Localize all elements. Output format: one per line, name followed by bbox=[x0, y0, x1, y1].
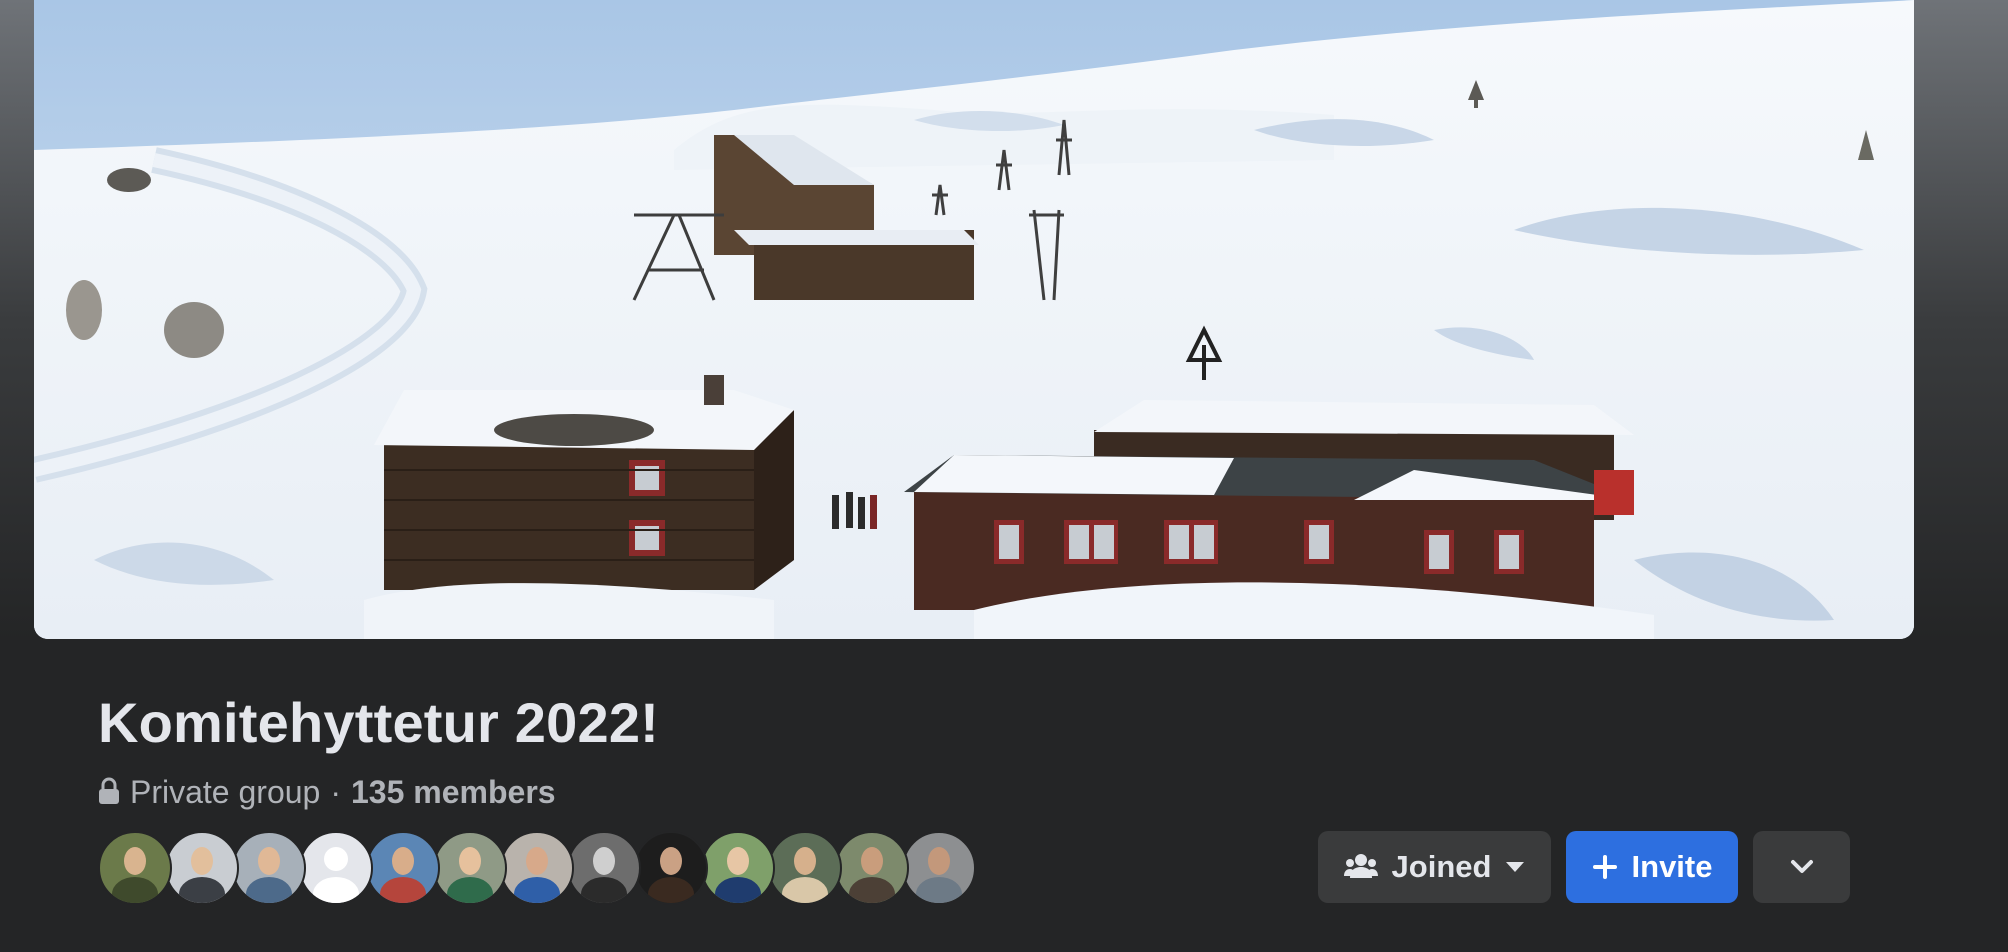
avatar-face bbox=[593, 847, 615, 875]
avatar-face bbox=[727, 847, 749, 875]
group-page: Komitehyttetur 2022! Private group · 135… bbox=[0, 0, 2008, 952]
more-options-button[interactable] bbox=[1753, 831, 1850, 903]
member-avatar[interactable] bbox=[433, 831, 507, 905]
avatar-face bbox=[928, 847, 950, 875]
member-avatar[interactable] bbox=[232, 831, 306, 905]
joined-button[interactable]: Joined bbox=[1318, 831, 1551, 903]
member-avatar[interactable] bbox=[835, 831, 909, 905]
avatar-body bbox=[849, 877, 895, 903]
avatar-face bbox=[191, 847, 213, 875]
avatar-body bbox=[447, 877, 493, 903]
avatar-body bbox=[514, 877, 560, 903]
avatar-body bbox=[112, 877, 158, 903]
member-avatar[interactable] bbox=[567, 831, 641, 905]
member-avatar[interactable] bbox=[98, 831, 172, 905]
avatar-body bbox=[179, 877, 225, 903]
member-avatar[interactable] bbox=[768, 831, 842, 905]
member-avatars bbox=[98, 831, 976, 905]
avatar-face bbox=[324, 847, 348, 871]
group-title[interactable]: Komitehyttetur 2022! bbox=[98, 688, 659, 758]
invite-button[interactable]: Invite bbox=[1566, 831, 1738, 903]
member-avatar[interactable] bbox=[165, 831, 239, 905]
member-avatar[interactable] bbox=[634, 831, 708, 905]
avatar-body bbox=[648, 877, 694, 903]
avatar-face bbox=[861, 847, 883, 875]
member-avatar[interactable] bbox=[366, 831, 440, 905]
lock-icon bbox=[99, 777, 119, 804]
meta-separator: · bbox=[330, 773, 341, 810]
chevron-down-icon bbox=[1790, 860, 1813, 873]
avatar-face bbox=[459, 847, 481, 875]
avatar-body bbox=[581, 877, 627, 903]
group-meta: Private group · 135 members bbox=[98, 770, 556, 814]
caret-down-icon bbox=[1506, 862, 1525, 872]
avatar-body bbox=[782, 877, 828, 903]
avatar-body bbox=[246, 877, 292, 903]
member-avatar[interactable] bbox=[299, 831, 373, 905]
member-avatar[interactable] bbox=[902, 831, 976, 905]
joined-label: Joined bbox=[1391, 849, 1492, 884]
avatar-face bbox=[392, 847, 414, 875]
member-count[interactable]: 135 members bbox=[351, 774, 556, 811]
avatar-body bbox=[313, 877, 359, 903]
cover-photo-image bbox=[34, 0, 1914, 639]
plus-icon bbox=[1592, 855, 1617, 879]
avatar-face bbox=[794, 847, 816, 875]
avatar-face bbox=[258, 847, 280, 875]
member-avatar[interactable] bbox=[701, 831, 775, 905]
avatar-face bbox=[526, 847, 548, 875]
avatar-body bbox=[715, 877, 761, 903]
invite-label: Invite bbox=[1631, 849, 1713, 884]
avatar-body bbox=[916, 877, 962, 903]
privacy-label[interactable]: Private group bbox=[130, 774, 320, 811]
avatar-face bbox=[660, 847, 682, 875]
cover-photo[interactable] bbox=[34, 0, 1914, 639]
people-icon bbox=[1343, 854, 1378, 878]
member-avatar[interactable] bbox=[500, 831, 574, 905]
avatar-face bbox=[124, 847, 146, 875]
avatar-body bbox=[380, 877, 426, 903]
